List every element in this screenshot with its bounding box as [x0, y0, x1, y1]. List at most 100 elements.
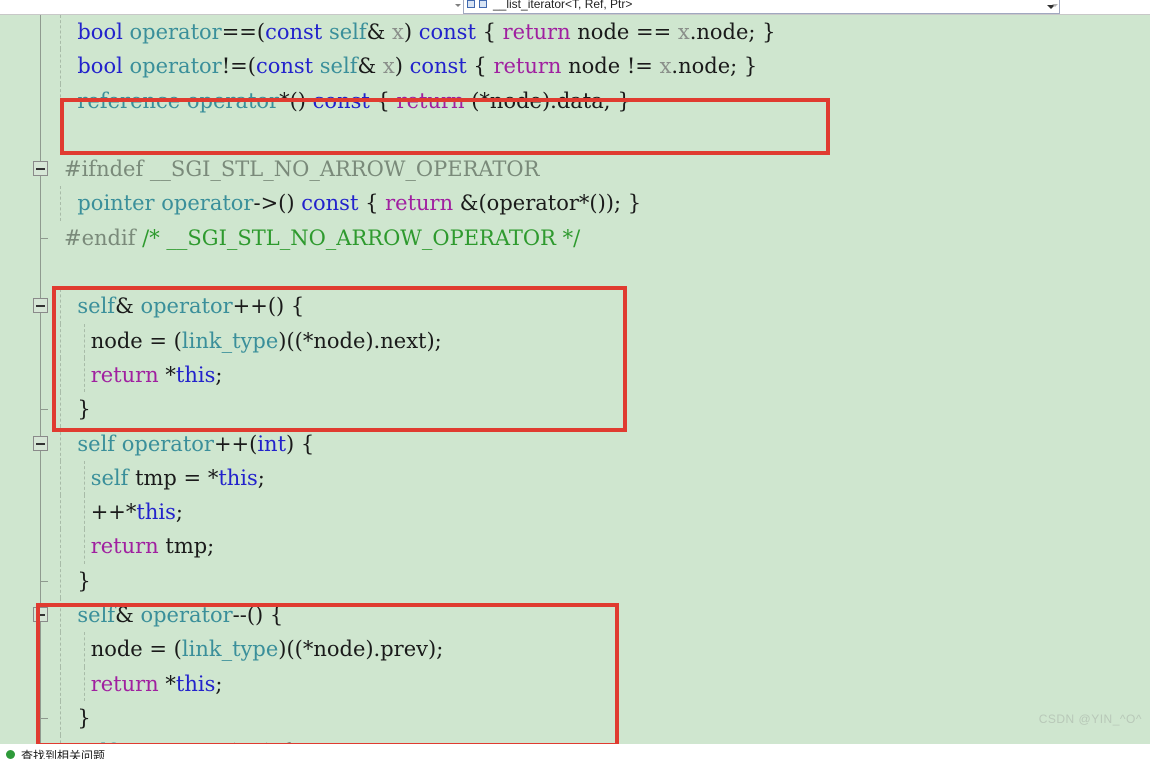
code-line[interactable]: return *this;: [0, 666, 1150, 701]
indent-guide: [60, 357, 61, 393]
code-token: &: [115, 294, 141, 319]
code-token: ++() {: [232, 294, 305, 319]
status-bar: 查找到相关问题: [0, 744, 1150, 759]
code-token: *: [158, 671, 176, 696]
nav-right-caret-icon[interactable]: [1052, 4, 1058, 7]
code-line[interactable]: self& operator--() {: [0, 598, 1150, 633]
indent-guide: [60, 529, 61, 564]
code-token: operator: [186, 88, 280, 113]
code-line[interactable]: self operator++(int) {: [0, 426, 1150, 461]
code-line[interactable]: pointer operator->() const { return &(op…: [0, 186, 1150, 221]
indent-guide: [60, 323, 61, 358]
code-token: return: [493, 54, 562, 79]
code-token: return: [90, 671, 159, 696]
fold-collapse-icon[interactable]: [33, 298, 48, 314]
code-line[interactable]: self& operator++() {: [0, 289, 1150, 324]
fold-collapse-icon[interactable]: [33, 161, 48, 177]
code-token: x: [382, 54, 395, 79]
code-token: x: [659, 54, 672, 79]
fold-collapse-icon[interactable]: [33, 435, 48, 451]
code-line[interactable]: }: [0, 563, 1150, 599]
code-token: {: [358, 191, 386, 216]
code-editor[interactable]: bool operator==(const self& x) const { r…: [0, 15, 1150, 744]
code-line-text: }: [64, 392, 90, 426]
code-token: operator: [140, 294, 233, 319]
code-token: *: [158, 362, 176, 387]
code-token: return: [502, 20, 571, 44]
code-line[interactable]: return *this;: [0, 357, 1150, 393]
code-token: x: [677, 20, 690, 44]
code-line[interactable]: bool operator!=(const self& x) const { r…: [0, 49, 1150, 84]
indent-guide: [60, 426, 61, 461]
code-token: node !=: [561, 54, 660, 79]
indent-guide: [60, 632, 61, 667]
code-line[interactable]: [0, 118, 1150, 152]
code-line[interactable]: self operator--(int) {: [0, 735, 1150, 744]
code-token: *(): [279, 88, 313, 113]
fold-guide-end: [40, 563, 48, 582]
nav-left-caret-icon[interactable]: [455, 4, 461, 7]
indent-guide: [60, 83, 61, 118]
code-token: }: [64, 568, 91, 593]
watermark: CSDN @YIN_^O^: [1038, 712, 1142, 726]
code-line[interactable]: reference operator*() const { return (*n…: [0, 83, 1150, 118]
code-line[interactable]: #endif /* __SGI_STL_NO_ARROW_OPERATOR */: [0, 220, 1150, 255]
fold-guide: [40, 186, 41, 221]
indent-guide: [60, 186, 61, 221]
code-token: return: [90, 534, 159, 559]
code-token: ): [394, 54, 410, 79]
code-line-text: pointer operator->() const { return &(op…: [64, 186, 641, 220]
code-token: &: [366, 20, 393, 44]
fold-collapse-icon[interactable]: [33, 607, 48, 623]
code-token: tmp = *: [128, 465, 219, 490]
code-line-text: self operator--(int) {: [64, 735, 293, 744]
member-icon: [479, 0, 487, 8]
code-token: self: [328, 20, 367, 44]
code-line[interactable]: }: [0, 392, 1150, 427]
code-line[interactable]: [0, 255, 1150, 289]
code-line[interactable]: node = (link_type)((*node).next);: [0, 323, 1150, 358]
status-bar-text: 查找到相关问题: [21, 748, 106, 759]
code-token: ->(): [253, 191, 302, 216]
code-line[interactable]: ++*this;: [0, 495, 1150, 530]
code-token: .node; }: [671, 54, 758, 79]
code-line[interactable]: #ifndef __SGI_STL_NO_ARROW_OPERATOR: [0, 152, 1150, 186]
indent-guide: [60, 700, 61, 736]
indent-guide: [60, 666, 61, 701]
code-line[interactable]: bool operator==(const self& x) const { r…: [0, 15, 1150, 50]
code-token: operator: [121, 431, 214, 456]
indent-guide: [60, 598, 61, 633]
code-lines[interactable]: bool operator==(const self& x) const { r…: [0, 15, 1150, 744]
code-token: self: [77, 294, 116, 319]
code-token: ;: [257, 465, 265, 490]
code-token: ) {: [286, 431, 315, 456]
code-token: operator: [129, 54, 222, 79]
code-line[interactable]: self tmp = *this;: [0, 460, 1150, 496]
code-line[interactable]: }: [0, 700, 1150, 736]
code-token: reference: [77, 88, 181, 113]
code-token: &: [357, 54, 383, 79]
code-token: link_type: [181, 328, 279, 353]
member-navigation-combobox[interactable]: __list_iterator<T, Ref, Ptr>: [463, 0, 1060, 14]
code-line[interactable]: return tmp;: [0, 529, 1150, 564]
code-token: .node; }: [689, 20, 776, 44]
code-line[interactable]: node = (link_type)((*node).prev);: [0, 632, 1150, 667]
class-icon: [467, 0, 475, 8]
code-line-text: reference operator*() const { return (*n…: [64, 84, 631, 118]
code-token: &(operator*()); }: [453, 191, 642, 216]
code-token: node = (: [64, 328, 182, 353]
code-line-text: #ifndef __SGI_STL_NO_ARROW_OPERATOR: [64, 152, 539, 186]
fold-guide: [40, 666, 41, 701]
code-token: )((*node).prev);: [278, 637, 444, 662]
code-token: const: [301, 191, 359, 216]
indent-guide: [60, 392, 61, 427]
code-token: bool: [77, 54, 123, 79]
code-token: self: [77, 431, 116, 456]
code-token: {: [369, 88, 397, 113]
